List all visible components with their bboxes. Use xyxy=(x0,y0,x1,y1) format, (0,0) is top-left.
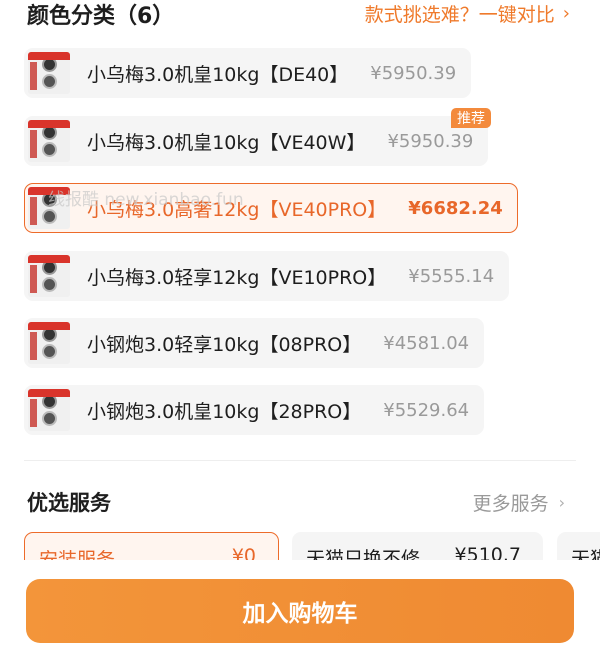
watermark-text: 线报酷 new.xianbao.fun xyxy=(48,190,244,210)
service-option[interactable]: 天猫只换不修 ¥510.7 xyxy=(292,532,543,560)
color-option-price: ¥5529.64 xyxy=(383,399,470,421)
product-thumbnail xyxy=(28,52,70,94)
service-name: 安装服务 xyxy=(39,549,116,560)
service-name: 天猫只换不修 xyxy=(306,548,421,560)
product-thumbnail xyxy=(28,389,70,431)
color-option-price: ¥5555.14 xyxy=(408,265,495,287)
product-thumbnail xyxy=(28,120,70,162)
color-option-name: 小乌梅3.0机皇10kg【VE40W】 xyxy=(87,131,366,154)
recommend-badge: 推荐 xyxy=(451,108,491,128)
section-divider xyxy=(24,460,576,461)
chevron-right-icon: › xyxy=(558,493,565,512)
chevron-right-icon: › xyxy=(562,3,570,24)
color-option[interactable]: 小乌梅3.0机皇10kg【VE40W】 ¥5950.39 xyxy=(24,116,489,166)
add-to-cart-button[interactable]: 加入购物车 xyxy=(26,579,574,643)
service-price: ¥0 xyxy=(231,545,256,560)
service-name: 天猫 xyxy=(571,548,600,560)
color-option[interactable]: 小乌梅3.0轻享12kg【VE10PRO】 ¥5555.14 xyxy=(24,251,510,301)
color-option-name: 小钢炮3.0机皇10kg【28PRO】 xyxy=(87,400,362,423)
service-option-selected[interactable]: 安装服务 ¥0 xyxy=(24,532,279,560)
color-option-price: ¥5950.39 xyxy=(387,130,474,152)
color-section-header: 颜色分类（6） 款式挑选难？一键对比 › xyxy=(0,0,600,30)
more-services-link[interactable]: 更多服务 › xyxy=(473,489,565,516)
color-option-name: 小乌梅3.0机皇10kg【DE40】 xyxy=(87,63,349,86)
service-option[interactable]: 天猫 xyxy=(557,532,600,560)
color-option-price: ¥6682.24 xyxy=(408,197,503,219)
color-option-name: 小乌梅3.0轻享12kg【VE10PRO】 xyxy=(87,266,387,289)
services-title: 优选服务 xyxy=(27,491,111,515)
color-option[interactable]: 小乌梅3.0机皇10kg【DE40】 ¥5950.39 xyxy=(24,48,472,98)
color-option[interactable]: 小钢炮3.0机皇10kg【28PRO】 ¥5529.64 xyxy=(24,385,485,435)
color-option[interactable]: 小钢炮3.0轻享10kg【08PRO】 ¥4581.04 xyxy=(24,318,485,368)
service-price: ¥510.7 xyxy=(454,544,521,560)
more-services-label: 更多服务 xyxy=(472,493,549,515)
color-option-price: ¥4581.04 xyxy=(383,332,470,354)
color-option-name: 小钢炮3.0轻享10kg【08PRO】 xyxy=(87,333,362,356)
compare-link[interactable]: 款式挑选难？一键对比 › xyxy=(365,0,570,27)
service-options-row: 安装服务 ¥0 天猫只换不修 ¥510.7 天猫 xyxy=(0,532,600,560)
color-section-title: 颜色分类（6） xyxy=(27,4,175,29)
color-option-price: ¥5950.39 xyxy=(370,62,457,84)
product-thumbnail xyxy=(28,255,70,297)
compare-link-label: 款式挑选难？一键对比 xyxy=(364,4,555,26)
product-thumbnail xyxy=(28,322,70,364)
